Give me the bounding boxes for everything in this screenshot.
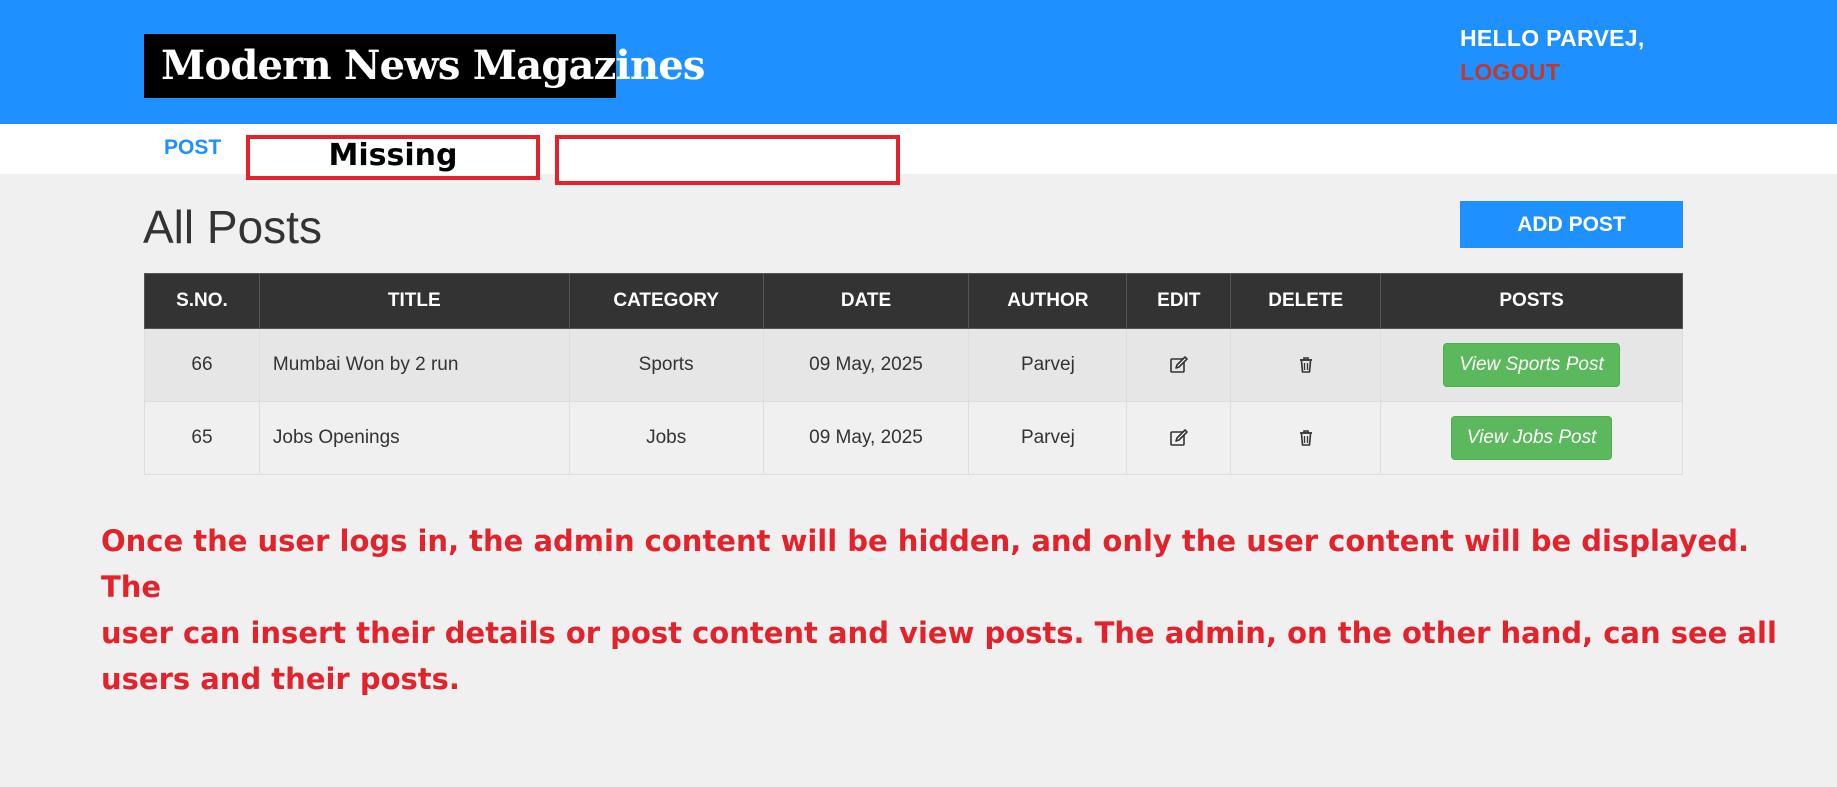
page-title: All Posts <box>143 201 322 253</box>
cell-category: Jobs <box>568 401 764 475</box>
menu-item-post[interactable]: POST <box>164 136 221 160</box>
cell-sno: 66 <box>144 328 260 402</box>
site-header: Modern News Magazines HELLO PARVEJ, LOGO… <box>0 0 1837 124</box>
trash-icon[interactable] <box>1295 427 1317 449</box>
view-sports-post-button[interactable]: View Sports Post <box>1443 343 1620 387</box>
cell-edit <box>1126 328 1232 402</box>
column-header-category: CATEGORY <box>568 273 764 329</box>
column-header-date: DATE <box>762 273 970 329</box>
cell-author: Parvej <box>968 328 1128 402</box>
posts-table: S.NO. TITLE CATEGORY DATE AUTHOR EDIT DE… <box>144 273 1683 475</box>
view-jobs-post-button[interactable]: View Jobs Post <box>1450 416 1613 460</box>
cell-category: Sports <box>568 328 764 402</box>
cell-title: Mumbai Won by 2 run <box>258 328 570 402</box>
table-header-row: S.NO. TITLE CATEGORY DATE AUTHOR EDIT DE… <box>144 273 1683 329</box>
cell-posts: View Jobs Post <box>1380 401 1683 475</box>
table-row: 66 Mumbai Won by 2 run Sports 09 May, 20… <box>144 328 1683 402</box>
annotation-line: Once the user logs in, the admin content… <box>101 524 1749 604</box>
column-header-edit: EDIT <box>1126 273 1232 329</box>
cell-sno: 65 <box>144 401 260 475</box>
missing-menu-annotation: Missing <box>246 135 540 180</box>
table-row: 65 Jobs Openings Jobs 09 May, 2025 Parve… <box>144 401 1683 475</box>
admin-menu: POST Missing <box>0 124 1837 185</box>
annotation-line: user can insert their details or post co… <box>101 616 1777 650</box>
cell-title: Jobs Openings <box>258 401 570 475</box>
annotation-note: Once the user logs in, the admin content… <box>101 518 1801 702</box>
column-header-sno: S.NO. <box>144 273 260 329</box>
user-greeting: HELLO PARVEJ, <box>1460 25 1645 51</box>
annotation-line: users and their posts. <box>101 662 460 696</box>
edit-icon[interactable] <box>1168 354 1190 376</box>
cell-date: 09 May, 2025 <box>762 328 970 402</box>
column-header-delete: DELETE <box>1230 273 1382 329</box>
logout-link[interactable]: LOGOUT <box>1460 59 1560 86</box>
cell-delete <box>1230 401 1382 475</box>
column-header-title: TITLE <box>258 273 570 329</box>
column-header-author: AUTHOR <box>968 273 1128 329</box>
cell-delete <box>1230 328 1382 402</box>
cell-author: Parvej <box>968 401 1128 475</box>
edit-icon[interactable] <box>1168 427 1190 449</box>
add-post-button[interactable]: ADD POST <box>1460 201 1683 248</box>
empty-menu-annotation <box>555 135 900 185</box>
cell-edit <box>1126 401 1232 475</box>
cell-posts: View Sports Post <box>1380 328 1683 402</box>
cell-date: 09 May, 2025 <box>762 401 970 475</box>
site-logo[interactable]: Modern News Magazines <box>144 34 705 98</box>
column-header-posts: POSTS <box>1380 273 1683 329</box>
trash-icon[interactable] <box>1295 354 1317 376</box>
